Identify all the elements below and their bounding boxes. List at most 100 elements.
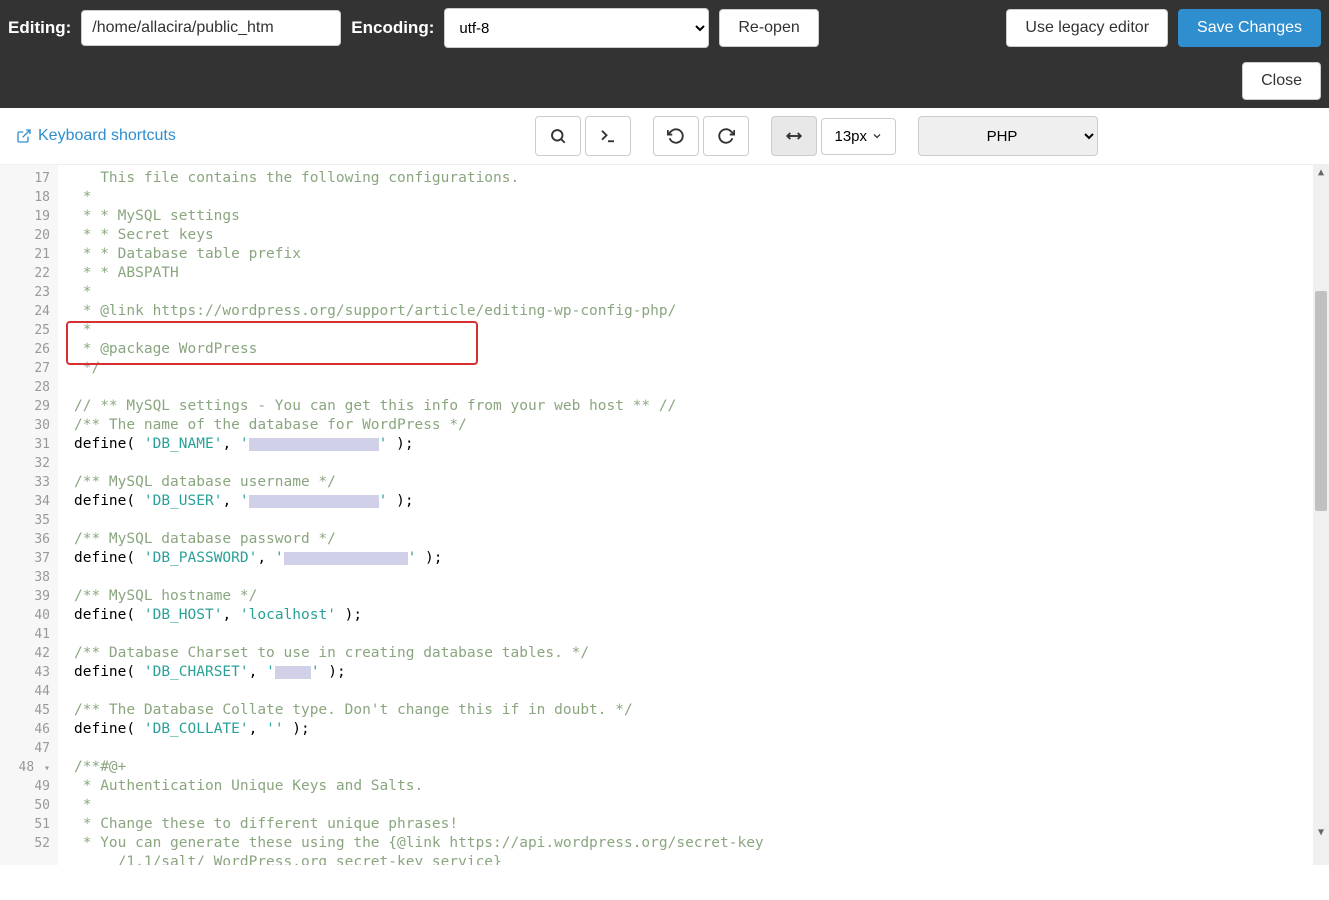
line-number: 43 <box>16 663 50 682</box>
chevron-down-icon <box>871 130 883 142</box>
line-number: 19 <box>16 207 50 226</box>
redo-button[interactable] <box>703 116 749 156</box>
line-number: 18 <box>16 188 50 207</box>
encoding-select[interactable]: utf-8 <box>444 8 709 48</box>
code-line[interactable]: define( 'DB_HOST', 'localhost' ); <box>74 606 1329 625</box>
fontsize-select[interactable]: 13px <box>821 118 896 155</box>
code-line[interactable]: define( 'DB_CHARSET', '' ); <box>74 663 1329 682</box>
line-number: 34 <box>16 492 50 511</box>
line-number: 17 <box>16 169 50 188</box>
scroll-up-arrow[interactable]: ▲ <box>1313 165 1329 181</box>
line-number: 39 <box>16 587 50 606</box>
encoding-label: Encoding: <box>351 18 434 38</box>
external-link-icon <box>16 128 32 144</box>
scroll-down-arrow[interactable]: ▼ <box>1313 825 1329 841</box>
code-line[interactable]: /1.1/salt/ WordPress.org secret-key serv… <box>74 853 1329 865</box>
code-line[interactable]: define( 'DB_USER', '' ); <box>74 492 1329 511</box>
line-number: 42 <box>16 644 50 663</box>
editing-label: Editing: <box>8 18 71 38</box>
line-number: 51 <box>16 815 50 834</box>
line-number: 26 <box>16 340 50 359</box>
code-line[interactable] <box>74 625 1329 644</box>
line-number: 49 <box>16 777 50 796</box>
redo-icon <box>717 127 735 145</box>
code-line[interactable]: /** MySQL database password */ <box>74 530 1329 549</box>
fontsize-value: 13px <box>834 128 867 145</box>
code-line[interactable]: * <box>74 188 1329 207</box>
line-number: 30 <box>16 416 50 435</box>
code-line[interactable] <box>74 682 1329 701</box>
code-line[interactable]: define( 'DB_PASSWORD', '' ); <box>74 549 1329 568</box>
code-line[interactable]: * @package WordPress <box>74 340 1329 359</box>
code-editor[interactable]: 1718192021222324252627282930313233343536… <box>0 165 1329 865</box>
legacy-editor-button[interactable]: Use legacy editor <box>1006 9 1168 47</box>
line-number: 24 <box>16 302 50 321</box>
reopen-button[interactable]: Re-open <box>719 9 818 47</box>
line-number-gutter: 1718192021222324252627282930313233343536… <box>0 165 58 865</box>
save-button[interactable]: Save Changes <box>1178 9 1321 47</box>
terminal-icon <box>599 127 617 145</box>
code-line[interactable] <box>74 378 1329 397</box>
code-line[interactable]: */ <box>74 359 1329 378</box>
line-number: 28 <box>16 378 50 397</box>
line-number: 33 <box>16 473 50 492</box>
code-line[interactable] <box>74 739 1329 758</box>
language-select[interactable]: PHP <box>918 116 1098 156</box>
code-line[interactable]: * * ABSPATH <box>74 264 1329 283</box>
wrap-button[interactable] <box>771 116 817 156</box>
file-path-input[interactable] <box>81 10 341 46</box>
code-line[interactable]: * <box>74 321 1329 340</box>
code-line[interactable]: /**#@+ <box>74 758 1329 777</box>
code-line[interactable]: define( 'DB_COLLATE', '' ); <box>74 720 1329 739</box>
line-number: 20 <box>16 226 50 245</box>
code-line[interactable]: * Change these to different unique phras… <box>74 815 1329 834</box>
code-line[interactable]: * You can generate these using the {@lin… <box>74 834 1329 853</box>
line-number <box>16 853 50 865</box>
search-button[interactable] <box>535 116 581 156</box>
code-line[interactable]: * * Database table prefix <box>74 245 1329 264</box>
line-number: 47 <box>16 739 50 758</box>
line-number: 37 <box>16 549 50 568</box>
undo-button[interactable] <box>653 116 699 156</box>
code-line[interactable]: /** MySQL database username */ <box>74 473 1329 492</box>
code-line[interactable]: // ** MySQL settings - You can get this … <box>74 397 1329 416</box>
line-number: 50 <box>16 796 50 815</box>
code-line[interactable]: /** Database Charset to use in creating … <box>74 644 1329 663</box>
line-number: 48 ▾ <box>16 758 50 777</box>
line-number: 31 <box>16 435 50 454</box>
line-number: 27 <box>16 359 50 378</box>
terminal-button[interactable] <box>585 116 631 156</box>
scrollbar-thumb[interactable] <box>1315 291 1327 511</box>
line-number: 44 <box>16 682 50 701</box>
code-line[interactable]: /** MySQL hostname */ <box>74 587 1329 606</box>
line-number: 46 <box>16 720 50 739</box>
line-number: 41 <box>16 625 50 644</box>
line-number: 45 <box>16 701 50 720</box>
close-button[interactable]: Close <box>1242 62 1321 100</box>
line-number: 23 <box>16 283 50 302</box>
code-line[interactable]: * <box>74 283 1329 302</box>
code-line[interactable] <box>74 511 1329 530</box>
keyboard-shortcuts-link[interactable]: Keyboard shortcuts <box>16 127 176 145</box>
code-line[interactable]: * * MySQL settings <box>74 207 1329 226</box>
code-line[interactable]: /** The Database Collate type. Don't cha… <box>74 701 1329 720</box>
line-number: 29 <box>16 397 50 416</box>
wrap-icon <box>785 127 803 145</box>
code-line[interactable] <box>74 568 1329 587</box>
line-number: 35 <box>16 511 50 530</box>
code-line[interactable]: /** The name of the database for WordPre… <box>74 416 1329 435</box>
vertical-scrollbar[interactable]: ▲ ▼ <box>1313 165 1329 865</box>
line-number: 38 <box>16 568 50 587</box>
shortcuts-label: Keyboard shortcuts <box>38 127 176 145</box>
line-number: 36 <box>16 530 50 549</box>
line-number: 40 <box>16 606 50 625</box>
code-line[interactable]: * Authentication Unique Keys and Salts. <box>74 777 1329 796</box>
code-line[interactable]: define( 'DB_NAME', '' ); <box>74 435 1329 454</box>
undo-icon <box>667 127 685 145</box>
code-line[interactable]: This file contains the following configu… <box>74 169 1329 188</box>
code-line[interactable]: * @link https://wordpress.org/support/ar… <box>74 302 1329 321</box>
code-line[interactable]: * * Secret keys <box>74 226 1329 245</box>
line-number: 22 <box>16 264 50 283</box>
code-line[interactable]: * <box>74 796 1329 815</box>
code-line[interactable] <box>74 454 1329 473</box>
